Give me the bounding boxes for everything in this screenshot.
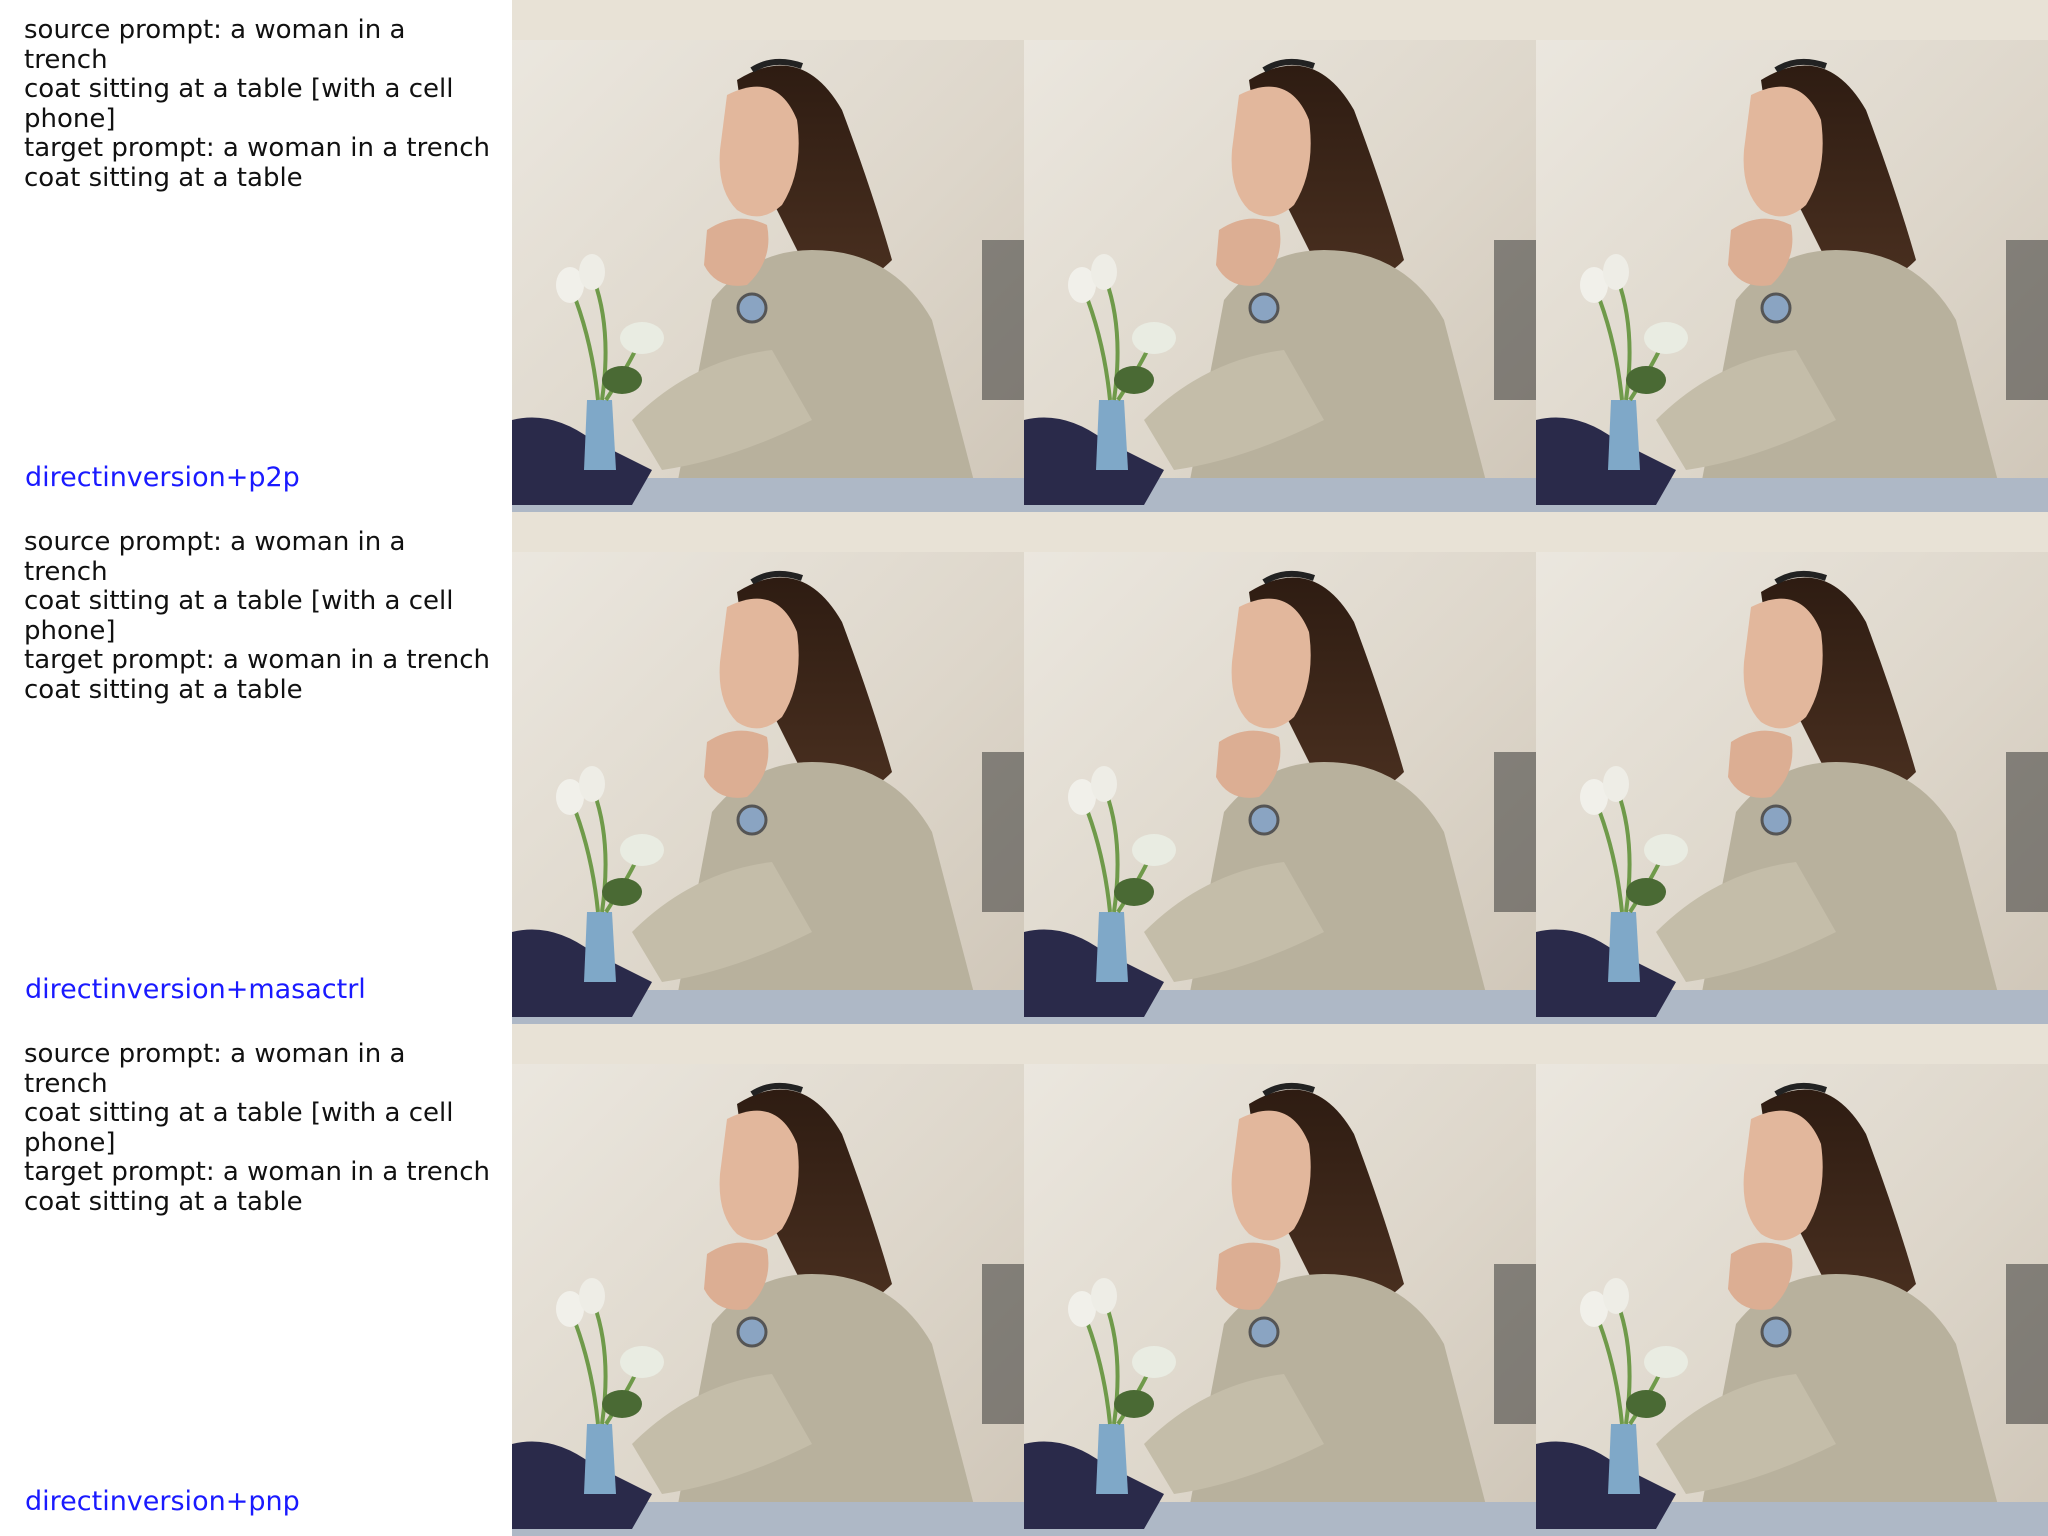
result-image-reconstruction bbox=[1024, 512, 1536, 1024]
comparison-row: source prompt: a woman in a trench coat … bbox=[0, 1024, 2048, 1536]
comparison-row: source prompt: a woman in a trench coat … bbox=[0, 512, 2048, 1024]
comparison-grid: source prompt: a woman in a trench coat … bbox=[0, 0, 2048, 1536]
result-image-reconstruction bbox=[1024, 1024, 1536, 1536]
result-image-edited bbox=[1536, 0, 2048, 512]
prompt-text: source prompt: a woman in a trench coat … bbox=[24, 1039, 490, 1217]
prompt-panel: source prompt: a woman in a trench coat … bbox=[0, 0, 512, 512]
result-image-source bbox=[512, 512, 1024, 1024]
method-label: directinversion+pnp bbox=[25, 1486, 300, 1517]
prompt-text: source prompt: a woman in a trench coat … bbox=[24, 527, 490, 705]
result-image-source bbox=[512, 1024, 1024, 1536]
result-image-edited bbox=[1536, 512, 2048, 1024]
prompt-panel: source prompt: a woman in a trench coat … bbox=[0, 1024, 512, 1536]
prompt-panel: source prompt: a woman in a trench coat … bbox=[0, 512, 512, 1024]
comparison-row: source prompt: a woman in a trench coat … bbox=[0, 0, 2048, 512]
result-image-reconstruction bbox=[1024, 0, 1536, 512]
result-image-edited bbox=[1536, 1024, 2048, 1536]
method-label: directinversion+masactrl bbox=[25, 974, 366, 1005]
prompt-text: source prompt: a woman in a trench coat … bbox=[24, 15, 490, 193]
method-label: directinversion+p2p bbox=[25, 462, 300, 493]
result-image-source bbox=[512, 0, 1024, 512]
